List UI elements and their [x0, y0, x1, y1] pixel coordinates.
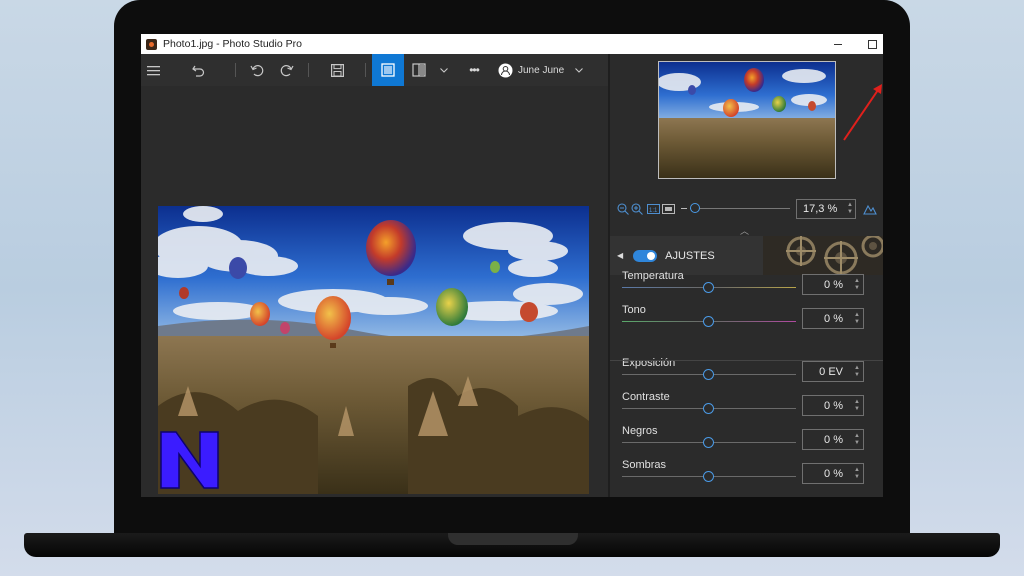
more-button[interactable]: •••: [454, 54, 494, 86]
navigator-thumbnail[interactable]: [658, 61, 836, 179]
slider-value-field[interactable]: 0 % ▲ ▼: [802, 463, 864, 484]
app-window: Photo1.jpg - Photo Studio Pro ••• June J…: [141, 34, 883, 497]
single-view-icon: [381, 63, 395, 77]
watermark-logo: [160, 431, 219, 489]
fit-to-screen-icon[interactable]: [662, 204, 675, 214]
slider-value-field[interactable]: 0 % ▲ ▼: [802, 308, 864, 329]
reset-button[interactable]: [167, 54, 229, 86]
svg-text:1:1: 1:1: [649, 208, 658, 214]
value-spinner[interactable]: ▲ ▼: [854, 312, 860, 326]
section-title: AJUSTES: [665, 249, 715, 262]
group-separator: [610, 360, 883, 361]
slider-label: Contraste: [622, 391, 670, 403]
slider-value: 0 %: [824, 278, 843, 291]
minimize-icon: [834, 43, 842, 45]
redo-button[interactable]: [272, 54, 302, 86]
zoom-controls: 1:1 17,3 % ▲ ▼: [610, 198, 883, 220]
toolbar-separator: [308, 63, 309, 77]
toolbar-separator: [235, 63, 236, 77]
slider-knob[interactable]: [703, 437, 714, 448]
slider-value: 0 %: [824, 433, 843, 446]
undo-icon: [250, 65, 264, 77]
user-name: June June: [518, 64, 565, 76]
title-bar: Photo1.jpg - Photo Studio Pro: [141, 34, 883, 54]
window-title: Photo1.jpg - Photo Studio Pro: [163, 38, 302, 50]
hamburger-icon: [147, 65, 160, 75]
zoom-value-field[interactable]: 17,3 % ▲ ▼: [796, 199, 856, 219]
histogram-icon[interactable]: [863, 203, 877, 215]
annotation-arrow-icon: [843, 84, 882, 141]
slider-value: 0 EV: [819, 365, 843, 378]
user-menu-dropdown[interactable]: [572, 54, 586, 86]
slider-row-negros: Negros 0 % ▲ ▼: [610, 425, 883, 459]
slider-row-sombras: Sombras 0 % ▲ ▼: [610, 459, 883, 493]
value-spinner[interactable]: ▲ ▼: [854, 399, 860, 413]
value-spinner[interactable]: ▲ ▼: [854, 433, 860, 447]
view-options-dropdown[interactable]: [434, 54, 454, 86]
slider-knob[interactable]: [703, 471, 714, 482]
zoom-slider-knob[interactable]: [690, 203, 700, 213]
menu-button[interactable]: [141, 54, 167, 86]
zoom-value: 17,3 %: [803, 203, 838, 215]
app-logo-icon: [146, 38, 157, 50]
slider-value: 0 %: [824, 399, 843, 412]
chevron-down-icon: [575, 67, 583, 73]
user-avatar-icon: [498, 63, 513, 77]
slider-row-tono: Tono 0 % ▲ ▼: [610, 304, 883, 338]
slider-value: 0 %: [824, 467, 843, 480]
slider-row-exposición: Exposición 0 EV ▲ ▼: [610, 357, 883, 391]
slider-label: Tono: [622, 304, 646, 316]
zoom-out-icon[interactable]: [617, 203, 629, 215]
compare-view-icon: [412, 63, 426, 77]
balloons-landscape-image: [158, 206, 589, 494]
redo-icon: [280, 65, 294, 77]
save-icon: [330, 63, 344, 77]
view-single-button[interactable]: [372, 54, 404, 86]
laptop-notch: [448, 533, 578, 545]
actual-size-icon[interactable]: 1:1: [647, 204, 660, 214]
slider-label: Temperatura: [622, 270, 684, 282]
minimize-button[interactable]: [823, 34, 853, 54]
zoom-minus-mark: [681, 208, 687, 209]
slider-label: Negros: [622, 425, 658, 437]
slider-label: Exposición: [622, 357, 676, 369]
slider-label: Sombras: [622, 459, 667, 471]
zoom-in-icon[interactable]: [631, 203, 643, 215]
main-photo[interactable]: [158, 206, 589, 494]
slider-row-temperatura: Temperatura 0 % ▲ ▼: [610, 270, 883, 304]
undo-all-icon: [192, 65, 205, 77]
adjustments-toggle[interactable]: [633, 249, 658, 262]
slider-value-field[interactable]: 0 EV ▲ ▼: [802, 361, 864, 382]
save-button[interactable]: [315, 54, 359, 86]
slider-row-contraste: Contraste 0 % ▲ ▼: [610, 391, 883, 425]
maximize-icon: [867, 39, 877, 49]
slider-value: 0 %: [824, 312, 843, 325]
view-compare-button[interactable]: [404, 54, 434, 86]
chevron-down-icon: [440, 67, 448, 73]
slider-knob[interactable]: [703, 403, 714, 414]
value-spinner[interactable]: ▲ ▼: [854, 467, 860, 481]
maximize-button[interactable]: [857, 34, 883, 54]
slider-value-field[interactable]: 0 % ▲ ▼: [802, 274, 864, 295]
value-spinner[interactable]: ▲ ▼: [854, 365, 860, 379]
zoom-slider-track[interactable]: [690, 208, 790, 209]
slider-value-field[interactable]: 0 % ▲ ▼: [802, 395, 864, 416]
toolbar-separator: [365, 63, 366, 77]
collapse-triangle-icon[interactable]: ◀: [617, 251, 623, 260]
user-account-button[interactable]: June June: [494, 54, 572, 86]
zoom-spinner[interactable]: ▲ ▼: [847, 202, 853, 216]
slider-knob[interactable]: [703, 316, 714, 327]
slider-knob[interactable]: [703, 369, 714, 380]
slider-value-field[interactable]: 0 % ▲ ▼: [802, 429, 864, 450]
toolbar: ••• June June: [141, 54, 609, 86]
slider-knob[interactable]: [703, 282, 714, 293]
undo-button[interactable]: [242, 54, 272, 86]
thumbnail-image: [659, 62, 835, 178]
value-spinner[interactable]: ▲ ▼: [854, 278, 860, 292]
